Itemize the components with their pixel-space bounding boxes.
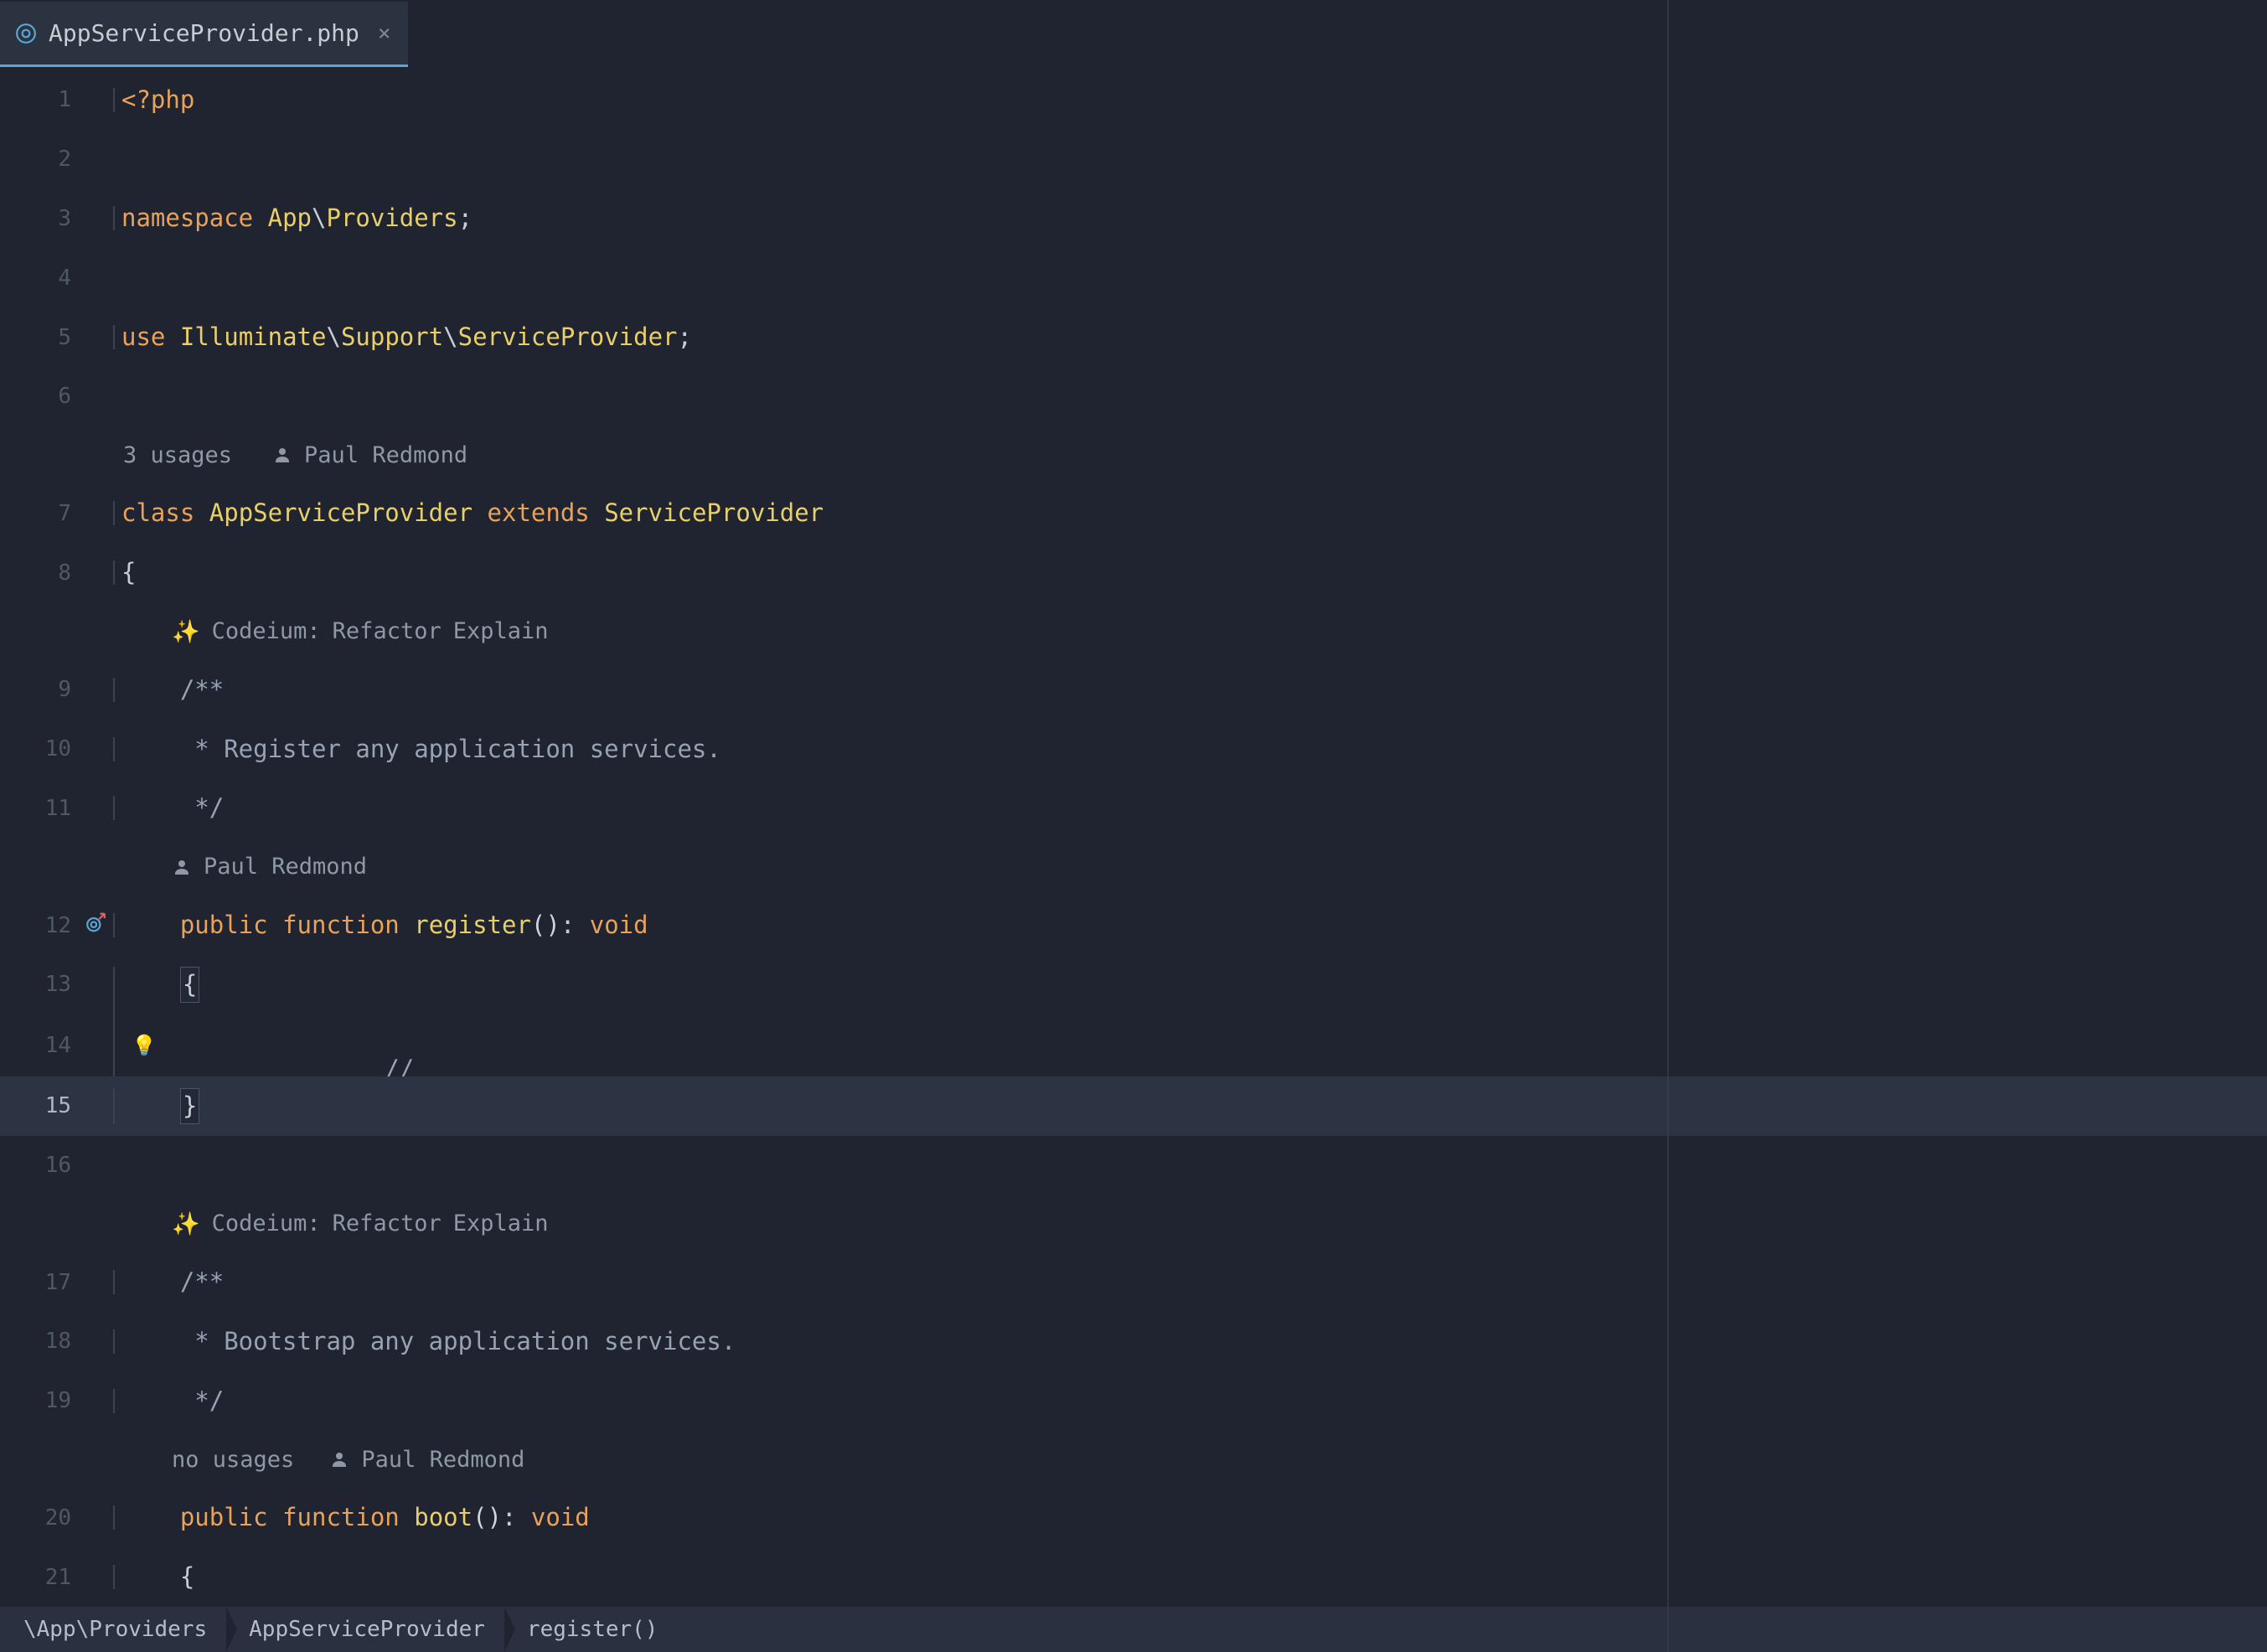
line-number: 14 — [0, 1033, 113, 1058]
code-line[interactable]: 11 */ — [0, 779, 2267, 839]
keyword-public: public — [180, 1503, 268, 1531]
code-lens-boot-usages: no usages Paul Redmond — [0, 1431, 2267, 1489]
code-lens-class: 3 usages Paul Redmond — [0, 426, 2267, 484]
keyword-extends: extends — [488, 498, 590, 527]
line-number: 12 — [0, 913, 113, 938]
code-line[interactable]: 5 use Illuminate\Support\ServiceProvider… — [0, 307, 2267, 367]
line-number: 8 — [0, 560, 113, 586]
author-name[interactable]: Paul Redmond — [361, 1447, 524, 1473]
code-line[interactable]: 19 */ — [0, 1371, 2267, 1431]
code-line[interactable]: 21 { — [0, 1547, 2267, 1607]
codeium-label: Codeium: — [212, 618, 321, 644]
code-lens-codeium-register: ✨ Codeium: Refactor Explain — [0, 602, 2267, 660]
code-line[interactable]: 17 /** — [0, 1252, 2267, 1312]
code-line-current[interactable]: 15 } — [0, 1076, 2267, 1136]
code-lens-author-register: Paul Redmond — [0, 838, 2267, 896]
author-name[interactable]: Paul Redmond — [204, 854, 367, 880]
keyword-function: function — [282, 1503, 400, 1531]
code-line[interactable]: 4 — [0, 248, 2267, 307]
php-file-icon — [15, 23, 37, 44]
line-number: 7 — [0, 501, 113, 526]
line-number: 10 — [0, 736, 113, 761]
tab-label: AppServiceProvider.php — [49, 19, 359, 47]
codeium-label: Codeium: — [212, 1211, 321, 1236]
keyword-class: class — [121, 498, 194, 527]
close-tab-icon[interactable]: × — [378, 23, 391, 44]
usages-count[interactable]: 3 usages — [123, 442, 232, 468]
line-number: 18 — [0, 1329, 113, 1354]
code-line[interactable]: 18 * Bootstrap any application services. — [0, 1312, 2267, 1371]
line-number: 16 — [0, 1153, 113, 1178]
code-lens-codeium-boot: ✨ Codeium: Refactor Explain — [0, 1195, 2267, 1252]
line-number: 11 — [0, 796, 113, 821]
line-number: 4 — [0, 266, 113, 291]
usages-count[interactable]: no usages — [172, 1447, 294, 1473]
line-number: 5 — [0, 325, 113, 350]
line-number: 20 — [0, 1505, 113, 1531]
editor[interactable]: 1 <?php 2 3 namespace App\Providers; 4 5… — [0, 67, 2267, 1607]
code-line[interactable]: 3 namespace App\Providers; — [0, 189, 2267, 249]
keyword-namespace: namespace — [121, 204, 253, 232]
line-number: 19 — [0, 1388, 113, 1413]
author-icon — [272, 445, 292, 465]
code-line[interactable]: 14 💡 // — [0, 1014, 2267, 1076]
code-line[interactable]: 7 class AppServiceProvider extends Servi… — [0, 484, 2267, 544]
code-line[interactable]: 8 { — [0, 543, 2267, 602]
override-gutter-icon[interactable] — [85, 911, 106, 939]
editor-right-margin — [1667, 67, 1669, 1607]
namespace-app: App — [268, 204, 312, 232]
explain-action[interactable]: Explain — [453, 1211, 549, 1236]
namespace-providers: Providers — [326, 204, 457, 232]
code-line[interactable]: 9 /** — [0, 660, 2267, 720]
explain-action[interactable]: Explain — [453, 618, 549, 644]
function-boot: boot — [414, 1503, 473, 1531]
keyword-function: function — [282, 911, 400, 939]
code-line[interactable]: 6 — [0, 367, 2267, 426]
line-number: 3 — [0, 206, 113, 231]
breadcrumb-method[interactable]: register() — [505, 1607, 679, 1652]
breadcrumb: \App\Providers AppServiceProvider regist… — [0, 1607, 2267, 1652]
keyword-use: use — [121, 323, 165, 351]
code-line[interactable]: 10 * Register any application services. — [0, 720, 2267, 779]
keyword-public: public — [180, 911, 268, 939]
line-number: 21 — [0, 1565, 113, 1590]
line-number: 17 — [0, 1270, 113, 1295]
code-line[interactable]: 2 — [0, 130, 2267, 189]
lightbulb-icon[interactable]: 💡 — [132, 1035, 157, 1056]
sparkle-icon: ✨ — [172, 1211, 200, 1237]
matched-brace-close: } — [180, 1088, 199, 1124]
function-register: register — [414, 911, 531, 939]
tab-bar: AppServiceProvider.php × — [0, 0, 2267, 67]
type-void: void — [590, 911, 648, 939]
file-tab[interactable]: AppServiceProvider.php × — [0, 2, 408, 67]
line-number: 9 — [0, 677, 113, 702]
author-name[interactable]: Paul Redmond — [304, 442, 467, 468]
line-number: 6 — [0, 384, 113, 409]
line-number: 1 — [0, 87, 113, 112]
line-number: 15 — [0, 1093, 113, 1118]
code-line[interactable]: 16 — [0, 1136, 2267, 1195]
author-icon — [329, 1449, 349, 1469]
line-number: 13 — [0, 972, 113, 997]
line-number: 2 — [0, 147, 113, 172]
refactor-action[interactable]: Refactor — [333, 1211, 442, 1236]
code-line[interactable]: 1 <?php — [0, 70, 2267, 130]
author-icon — [172, 857, 192, 877]
sparkle-icon: ✨ — [172, 618, 200, 645]
ide-window: AppServiceProvider.php × 1 <?php 2 3 nam… — [0, 0, 2267, 1652]
breadcrumb-class[interactable]: AppServiceProvider — [227, 1607, 505, 1652]
code-line[interactable]: 12 public function register(): void — [0, 896, 2267, 955]
breadcrumb-namespace[interactable]: \App\Providers — [15, 1607, 227, 1652]
refactor-action[interactable]: Refactor — [333, 618, 442, 644]
type-void: void — [531, 1503, 590, 1531]
token-php-open: <?php — [121, 85, 194, 114]
code-line[interactable]: 20 public function boot(): void — [0, 1488, 2267, 1547]
